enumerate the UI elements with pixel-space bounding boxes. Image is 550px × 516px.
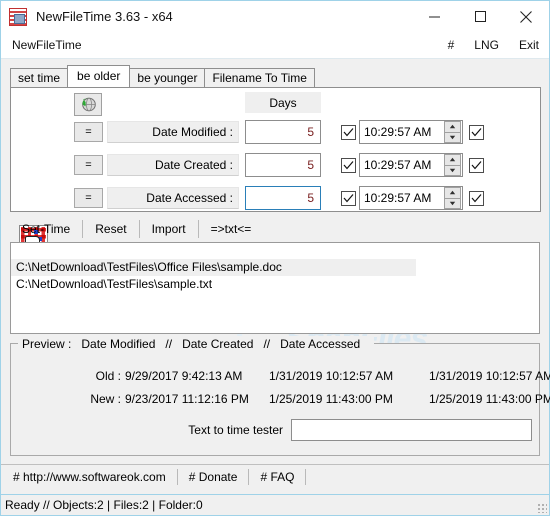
links-bar: # http://www.softwareok.com # Donate # F… — [1, 464, 549, 488]
menu-right-group: # LNG Exit — [448, 38, 539, 52]
text-to-time-tester-input[interactable] — [291, 419, 532, 441]
menu-item-hash[interactable]: # — [448, 38, 455, 52]
time-input-created[interactable]: 10:29:57 AM — [359, 153, 463, 177]
globe-refresh-icon[interactable] — [74, 93, 102, 116]
preview-row-new: New : 9/23/2017 11:12:16 PM 1/25/2019 11:4… — [11, 392, 550, 406]
preview-col-modified: Date Modified — [81, 336, 156, 351]
label-field-date-created: Date Created : — [107, 154, 239, 176]
preview-sep-2: // — [263, 336, 271, 351]
resize-grip-icon[interactable] — [537, 503, 547, 513]
time-value-modified: 10:29:57 AM — [364, 125, 432, 139]
menu-bar: NewFileTime # LNG Exit — [1, 32, 549, 59]
menu-item-exit[interactable]: Exit — [519, 38, 539, 52]
set-time-button[interactable]: Set-Time — [10, 220, 84, 238]
text-to-time-tester-label: Text to time tester — [188, 423, 283, 437]
preview-new-created: 1/25/2019 11:43:00 PM — [269, 392, 393, 406]
row-date-modified: = Date Modified : 5 10:29:57 AM — [11, 120, 540, 144]
file-list[interactable]: C:\NetDownload\TestFiles\Office Files\sa… — [10, 242, 540, 334]
tab-be-younger[interactable]: be younger — [129, 68, 206, 87]
window-controls — [411, 1, 549, 32]
time-checkbox-accessed[interactable] — [469, 191, 484, 206]
time-checkbox-created[interactable] — [469, 158, 484, 173]
preview-new-label: New : — [90, 392, 121, 406]
client-area: SnapFiles set time be older be younger F… — [1, 59, 550, 494]
import-button[interactable]: Import — [140, 220, 199, 238]
link-faq[interactable]: # FAQ — [249, 468, 307, 485]
equals-button-accessed[interactable]: = — [74, 188, 103, 208]
spinner-down-icon-created[interactable] — [444, 164, 461, 176]
days-checkbox-accessed[interactable] — [341, 191, 356, 206]
spinner-up-icon-created[interactable] — [444, 154, 461, 165]
days-column-header: Days — [245, 92, 321, 113]
preview-col-created: Date Created — [182, 336, 254, 351]
spinner-up-icon-modified[interactable] — [444, 121, 461, 132]
minimize-icon[interactable] — [411, 1, 457, 32]
days-input-created[interactable]: 5 — [245, 153, 321, 177]
spinner-down-icon-accessed[interactable] — [444, 197, 461, 209]
link-donate[interactable]: # Donate — [178, 468, 250, 485]
action-toolbar: Set-Time Reset Import =>txt<= — [10, 216, 540, 242]
tab-be-older[interactable]: be older — [67, 65, 131, 87]
time-spinner-accessed[interactable] — [444, 187, 461, 209]
days-input-accessed[interactable]: 5 — [245, 186, 321, 210]
menu-item-lng[interactable]: LNG — [474, 38, 499, 52]
preview-col-accessed: Date Accessed — [280, 336, 361, 351]
preview-new-modified: 9/23/2017 11:12:16 PM — [125, 392, 249, 406]
text-to-time-tester-row: Text to time tester — [11, 419, 539, 441]
tab-panel-be-older: Days = Date Modified : 5 10:29:57 AM = D… — [10, 88, 541, 212]
preview-old-modified: 9/29/2017 9:42:13 AM — [125, 369, 243, 383]
time-value-created: 10:29:57 AM — [364, 158, 432, 172]
time-input-accessed[interactable]: 10:29:57 AM — [359, 186, 463, 210]
label-field-date-modified: Date Modified : — [107, 121, 239, 143]
maximize-icon[interactable] — [457, 1, 503, 32]
list-item[interactable]: C:\NetDownload\TestFiles\sample.txt — [11, 276, 539, 293]
row-date-created: = Date Created : 5 10:29:57 AM — [11, 153, 540, 177]
equals-button-modified[interactable]: = — [74, 122, 103, 142]
list-item[interactable]: C:\NetDownload\TestFiles\Office Files\sa… — [11, 259, 416, 276]
time-input-modified[interactable]: 10:29:57 AM — [359, 120, 463, 144]
preview-new-accessed: 1/25/2019 11:43:00 PM — [429, 392, 550, 406]
title-bar: NewFileTime 3.63 - x64 — [1, 1, 549, 32]
status-text: Ready // Objects:2 | Files:2 | Folder:0 — [5, 498, 203, 512]
app-icon — [9, 7, 27, 26]
time-spinner-created[interactable] — [444, 154, 461, 176]
days-checkbox-created[interactable] — [341, 158, 356, 173]
row-date-accessed: = Date Accessed : 5 10:29:57 AM — [11, 186, 540, 210]
spinner-down-icon-modified[interactable] — [444, 131, 461, 143]
menu-app-name[interactable]: NewFileTime — [12, 38, 82, 52]
label-field-date-accessed: Date Accessed : — [107, 187, 239, 209]
app-window: NewFileTime 3.63 - x64 NewFileTime # LNG… — [0, 0, 550, 516]
tab-set-time[interactable]: set time — [10, 68, 69, 87]
days-input-modified[interactable]: 5 — [245, 120, 321, 144]
equals-button-created[interactable]: = — [74, 155, 103, 175]
preview-title: Preview : — [22, 336, 72, 351]
time-checkbox-modified[interactable] — [469, 125, 484, 140]
spinner-up-icon-accessed[interactable] — [444, 187, 461, 198]
days-checkbox-modified[interactable] — [341, 125, 356, 140]
tab-filename-to-time[interactable]: Filename To Time — [204, 68, 315, 87]
reset-button[interactable]: Reset — [83, 220, 140, 238]
link-website[interactable]: # http://www.softwareok.com — [11, 468, 178, 485]
tab-strip: set time be older be younger Filename To… — [10, 65, 541, 88]
status-bar: Ready // Objects:2 | Files:2 | Folder:0 — [1, 494, 549, 515]
time-value-accessed: 10:29:57 AM — [364, 191, 432, 205]
preview-row-old: Old : 9/29/2017 9:42:13 AM 1/31/2019 10:12… — [11, 369, 550, 383]
time-spinner-modified[interactable] — [444, 121, 461, 143]
preview-sep-1: // — [165, 336, 173, 351]
preview-old-accessed: 1/31/2019 10:12:57 AM — [429, 369, 550, 383]
export-txt-button[interactable]: =>txt<= — [199, 220, 264, 238]
preview-group: Preview : Date Modified // Date Created … — [10, 336, 550, 456]
preview-old-created: 1/31/2019 10:12:57 AM — [269, 369, 394, 383]
preview-legend: Preview : Date Modified // Date Created … — [18, 336, 375, 351]
close-icon[interactable] — [503, 1, 549, 32]
preview-old-label: Old : — [95, 369, 121, 383]
window-title: NewFileTime 3.63 - x64 — [36, 9, 173, 24]
